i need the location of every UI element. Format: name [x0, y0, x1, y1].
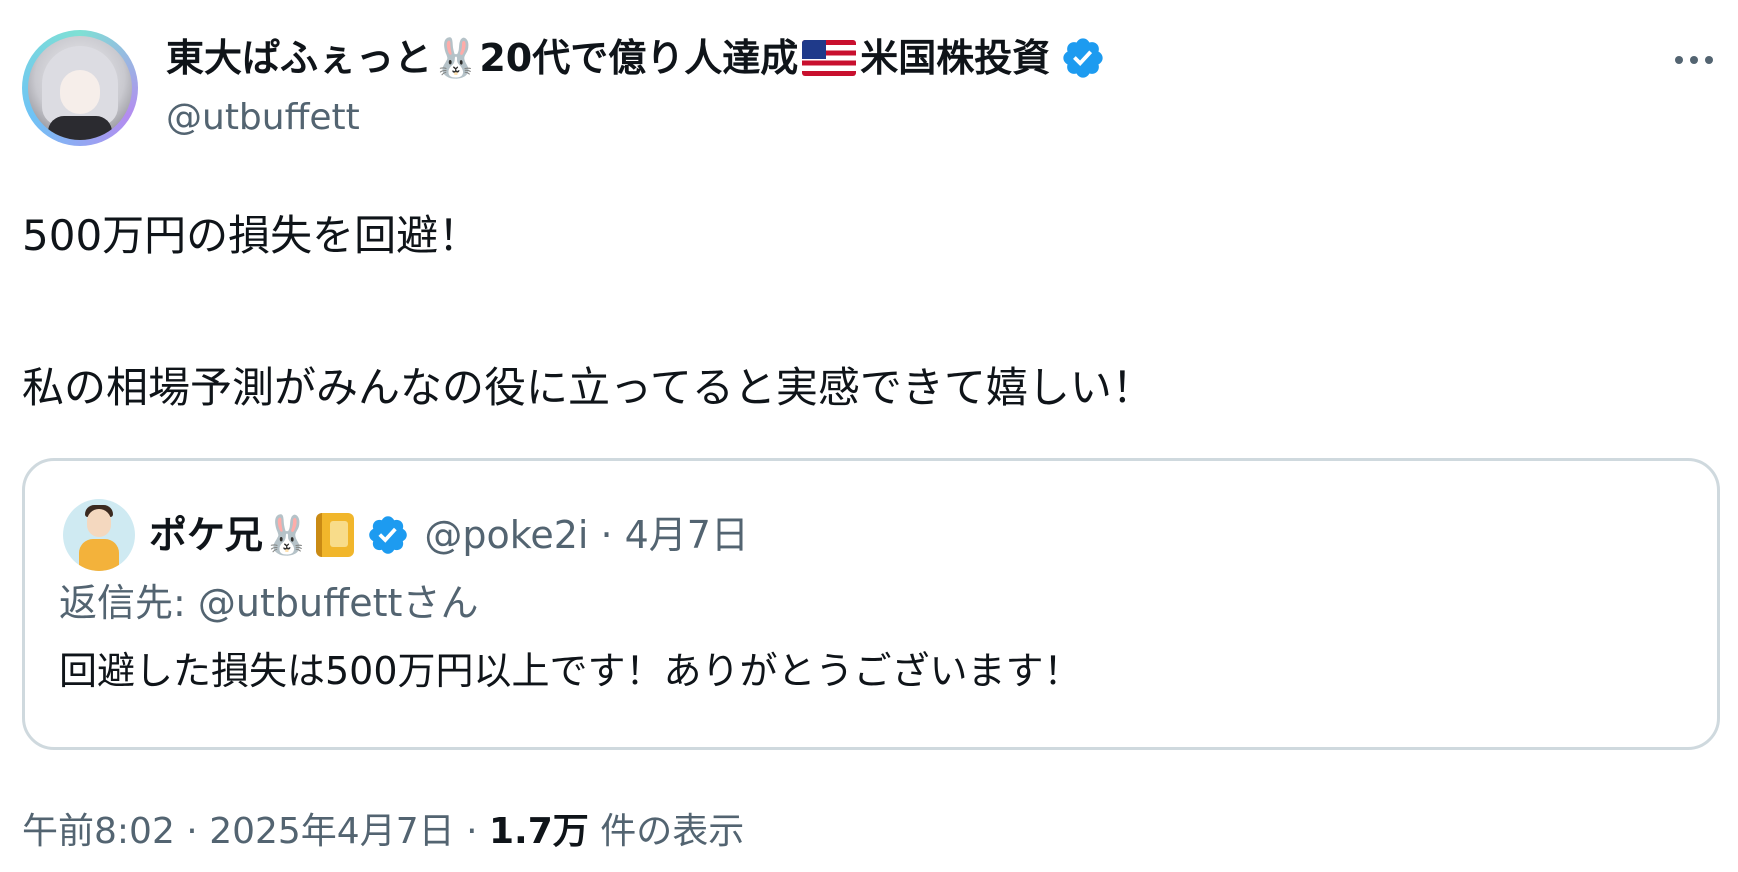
quote-text: 回避した損失は500万円以上です！ありがとうございます！: [59, 649, 1082, 693]
author-name-part1: 東大ぱふぇっと: [166, 36, 433, 80]
quoted-tweet-card[interactable]: ポケ兄 🐰 @poke2i · 4月7日 返信先: @utbuffettさん 回…: [22, 458, 1720, 750]
author-handle[interactable]: @utbuffett: [166, 96, 360, 140]
quote-separator: ·: [600, 513, 613, 557]
notebook-icon: [316, 513, 355, 557]
more-options-button[interactable]: [1664, 40, 1724, 80]
quote-date[interactable]: 4月7日: [625, 509, 749, 561]
tweet-text-line-2: 私の相場予測がみんなの役に立ってると実感できて嬉しい！: [22, 363, 1154, 412]
views-label: 件の表示: [588, 811, 745, 852]
tweet-date[interactable]: 2025年4月7日: [209, 811, 454, 852]
more-dot-icon: [1690, 56, 1698, 64]
tweet-container: 東大ぱふぇっと 🐰 20代で億り人達成 米国株投資 @utbuffett 500…: [0, 0, 1738, 872]
verified-badge-icon: [369, 516, 408, 554]
views-count: 1.7万: [488, 811, 589, 852]
more-dot-icon: [1675, 56, 1683, 64]
verified-badge-icon: [1063, 38, 1103, 78]
rabbit-icon: 🐰: [263, 513, 311, 557]
quote-author-avatar[interactable]: [63, 499, 135, 571]
tweet-time[interactable]: 午前8:02: [22, 811, 175, 852]
author-name-part3: 米国株投資: [860, 36, 1051, 80]
avatar-image: [28, 36, 132, 140]
meta-separator: ·: [174, 811, 210, 852]
quote-reply-context: 返信先: @utbuffettさん: [59, 577, 478, 629]
author-name-part2: 20代で億り人達成: [479, 36, 799, 80]
tweet-text-line-1: 500万円の損失を回避！: [22, 211, 481, 260]
author-avatar[interactable]: [22, 30, 138, 146]
quote-author-name[interactable]: ポケ兄: [149, 509, 263, 561]
quote-header: ポケ兄 🐰 @poke2i · 4月7日: [149, 509, 749, 561]
author-display-name[interactable]: 東大ぱふぇっと 🐰 20代で億り人達成 米国株投資: [166, 34, 1106, 82]
more-dot-icon: [1705, 56, 1713, 64]
reply-mention-link[interactable]: @utbuffettさん: [198, 581, 479, 625]
rabbit-icon: 🐰: [432, 36, 480, 80]
quote-author-handle[interactable]: @poke2i: [424, 509, 588, 561]
reply-prefix: 返信先:: [59, 581, 198, 625]
meta-separator: ·: [454, 811, 489, 852]
tweet-meta: 午前8:02 · 2025年4月7日 · 1.7万 件の表示: [22, 808, 744, 856]
us-flag-icon: [802, 40, 857, 76]
